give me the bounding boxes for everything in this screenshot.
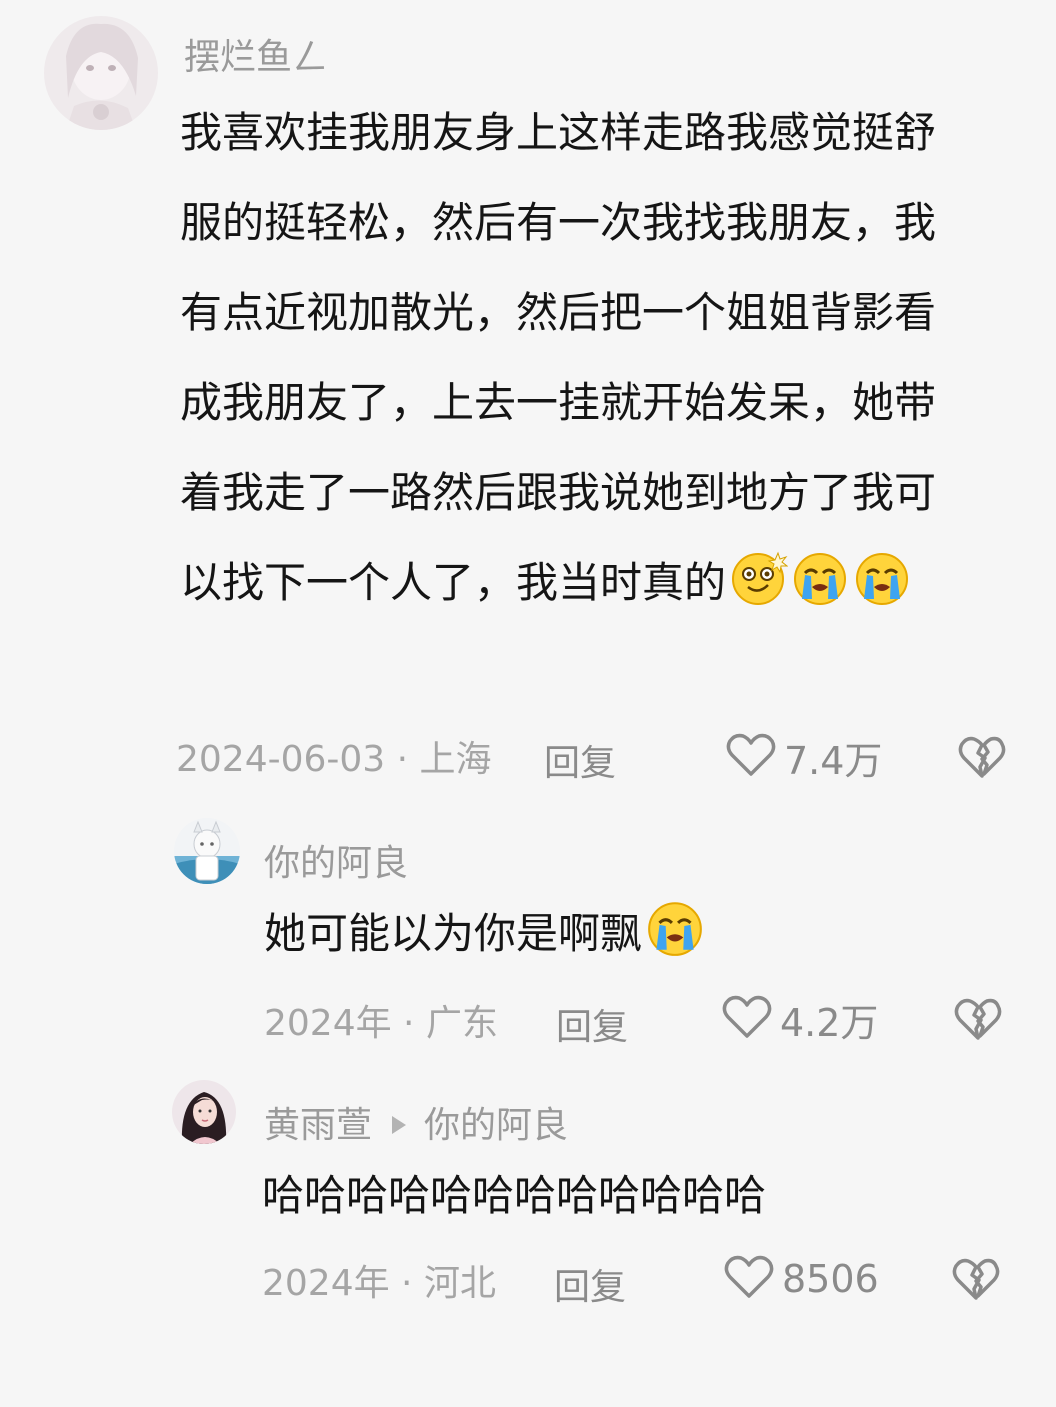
comment-date-location: 2024-06-03 · 上海: [176, 739, 492, 780]
comment-text-line: 服的挺轻松，然后有一次我找我朋友，我: [180, 198, 937, 247]
comment-text-line: 着我走了一路然后跟我说她到地方了我可: [180, 468, 937, 517]
reply-button[interactable]: 回复: [556, 998, 628, 1050]
reply-date-location: 2024年 · 广东: [264, 1003, 498, 1044]
reply-button[interactable]: 回复: [544, 734, 616, 786]
avatar[interactable]: [172, 1080, 236, 1144]
username[interactable]: 黄雨萱: [264, 1105, 372, 1146]
play-arrow-icon: [392, 1116, 407, 1134]
reply-to-username[interactable]: 你的阿良: [424, 1105, 568, 1146]
avatar[interactable]: [44, 16, 158, 130]
like-count: 7.4万: [784, 738, 883, 783]
reply-button[interactable]: 回复: [554, 1258, 626, 1310]
crying-face-emoji-icon: [790, 546, 850, 636]
comment-text-tail: 以找下一个人了，我当时真的: [180, 558, 727, 607]
dislike-button[interactable]: [954, 996, 1002, 1046]
broken-heart-icon: [958, 736, 1006, 784]
like-count: 4.2万: [780, 1000, 879, 1045]
reply-text: 哈哈哈哈哈哈哈哈哈哈哈哈: [262, 1171, 767, 1220]
dislike-button[interactable]: [952, 1256, 1000, 1306]
reply-date-location: 2024年 · 河北: [262, 1263, 496, 1304]
dislike-button[interactable]: [958, 734, 1006, 784]
broken-heart-icon: [952, 1258, 1000, 1306]
username[interactable]: 摆烂鱼ㄥ: [184, 28, 328, 80]
comment-text-line: 我喜欢挂我朋友身上这样走路我感觉挺舒: [180, 108, 937, 157]
comment-text-line-last: 以找下一个人了，我当时真的: [180, 538, 1010, 628]
like-button[interactable]: 7.4万: [726, 730, 882, 784]
heart-outline-icon: [724, 1254, 774, 1304]
username[interactable]: 你的阿良: [264, 834, 408, 886]
reply-text-body: 她可能以为你是啊飘: [264, 909, 643, 958]
like-button[interactable]: 8506: [724, 1252, 879, 1306]
like-count: 8506: [782, 1257, 879, 1301]
comment-text: 我喜欢挂我朋友身上这样走路我感觉挺舒 服的挺轻松，然后有一次我找我朋友，我 有点…: [180, 88, 1010, 628]
avatar[interactable]: [174, 818, 240, 884]
comment-text-line: 成我朋友了，上去一挂就开始发呆，她带: [180, 378, 937, 427]
comment-text-line: 有点近视加散光，然后把一个姐姐背影看: [180, 288, 937, 337]
like-button[interactable]: 4.2万: [722, 992, 878, 1046]
username-line: 黄雨萱 你的阿良: [264, 1096, 568, 1148]
heart-outline-icon: [726, 732, 776, 782]
reply-text: 她可能以为你是啊飘: [264, 898, 984, 968]
heart-outline-icon: [722, 994, 772, 1044]
dizzy-face-emoji-icon: [728, 546, 789, 636]
crying-face-emoji-icon: [644, 898, 706, 977]
crying-face-emoji-icon: [852, 546, 912, 636]
broken-heart-icon: [954, 998, 1002, 1046]
